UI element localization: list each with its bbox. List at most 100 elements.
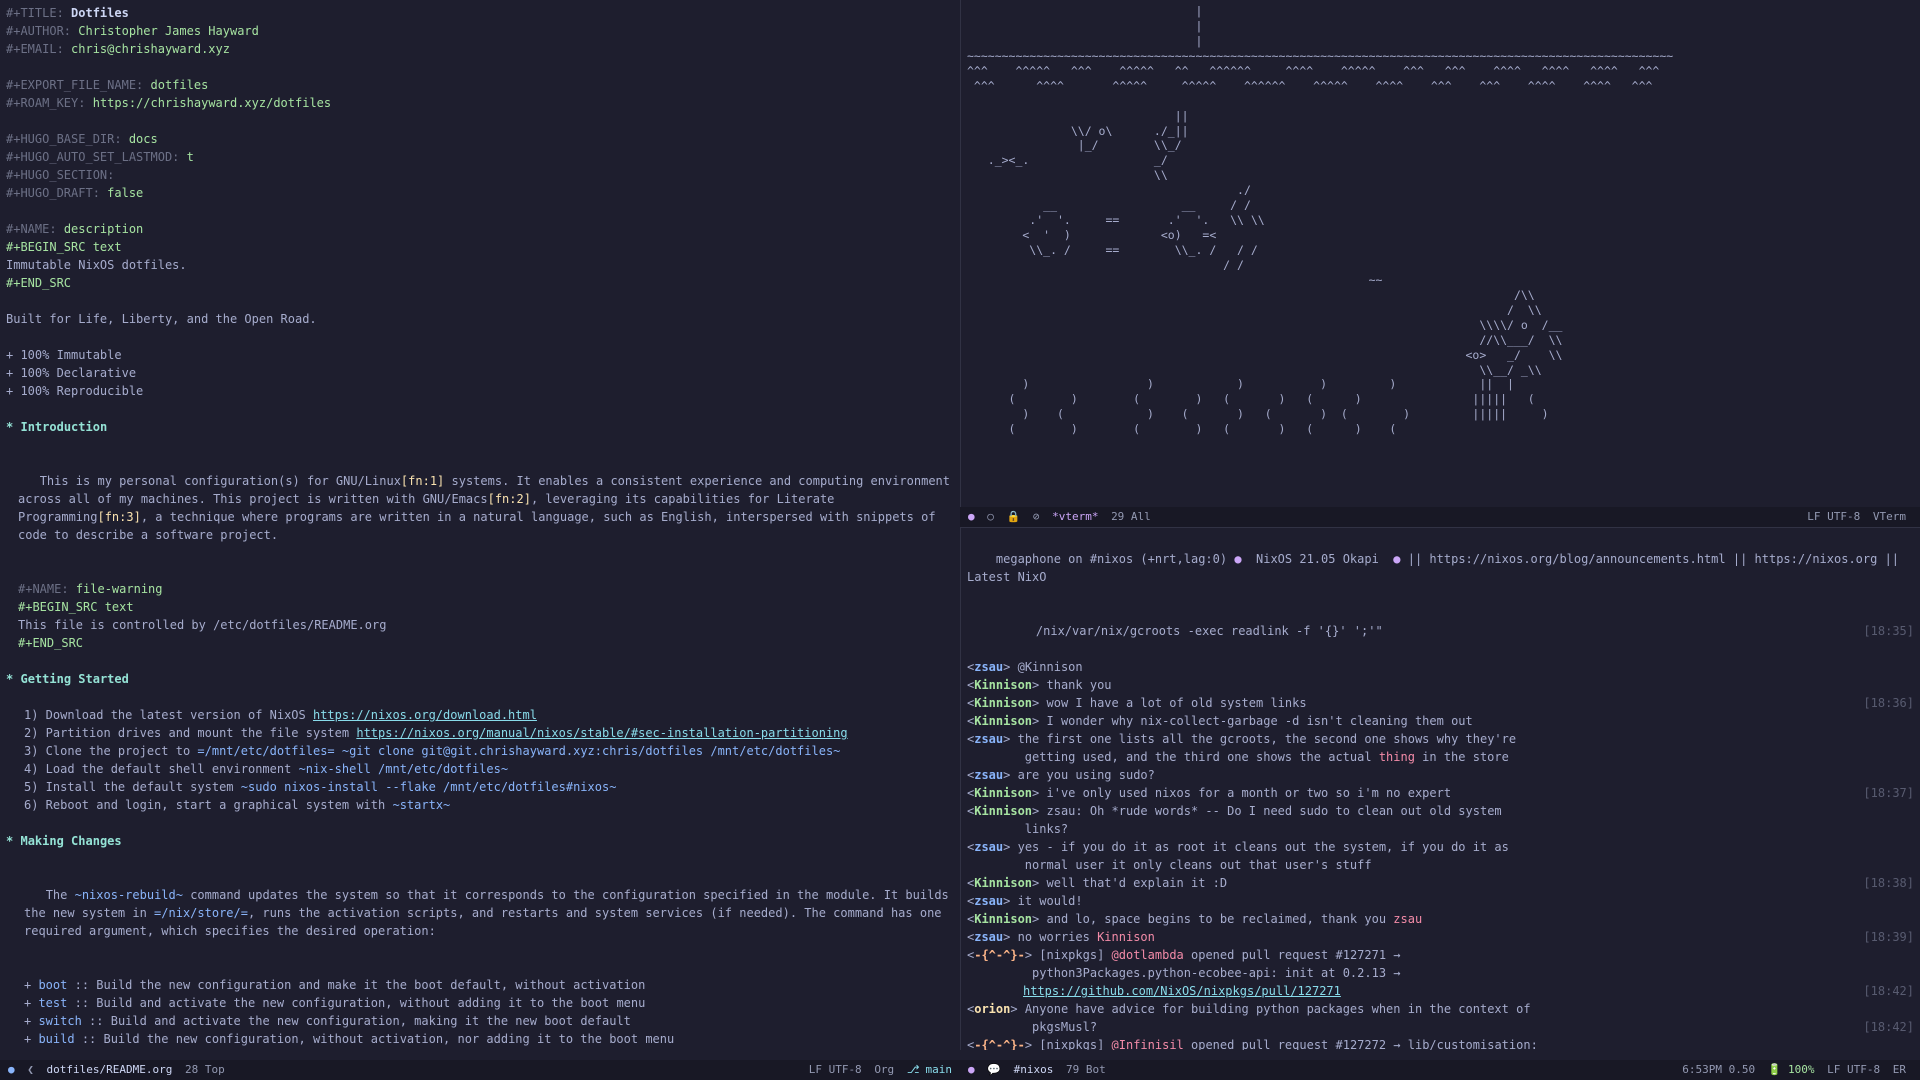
heading-introduction[interactable]: Introduction [20, 420, 107, 434]
bullet-declarative: + 100% Declarative [6, 364, 954, 382]
end-src-2: #+END_SRC [18, 636, 83, 650]
tagline: Built for Life, Liberty, and the Open Ro… [6, 310, 954, 328]
step-3: 3) Clone the project to =/mnt/etc/dotfil… [6, 742, 954, 760]
hugo-lastmod-value: t [187, 150, 194, 164]
title-value: Dotfiles [71, 6, 129, 20]
hugo-section-key: #+HUGO_SECTION: [6, 168, 114, 182]
chat-line: <Kinnison> I wonder why nix-collect-garb… [967, 712, 1914, 730]
footnote-3[interactable]: [fn:3] [97, 510, 140, 524]
buffer-position: 79 Bot [1066, 1062, 1106, 1079]
major-mode: Org [874, 1062, 894, 1079]
src-name-key: #+NAME: [6, 222, 57, 236]
chat-line: <Kinnison> i've only used nixos for a mo… [967, 784, 1914, 802]
encoding: LF UTF-8 [809, 1062, 862, 1079]
chat-line: <Kinnison> wow I have a lot of old syste… [967, 694, 1914, 712]
chat-line: https://github.com/NixOS/nixpkgs/pull/12… [967, 982, 1914, 1000]
bullet-immutable: + 100% Immutable [6, 346, 954, 364]
making-changes-paragraph: The ~nixos-rebuild~ command updates the … [6, 868, 954, 958]
git-branch[interactable]: main [926, 1063, 953, 1076]
chat-line: <Kinnison> and lo, space begins to be re… [967, 910, 1914, 928]
step-2: 2) Partition drives and mount the file s… [6, 724, 954, 742]
file-warning-text: This file is controlled by /etc/dotfiles… [6, 616, 954, 634]
chat-line: python3Packages.python-ecobee-api: init … [967, 964, 1914, 982]
chat-line: <zsau> no worries Kinnison[18:39] [967, 928, 1914, 946]
chevron-left-icon: ❮ [27, 1062, 34, 1079]
chat-icon: 💬 [987, 1062, 1001, 1079]
description-text: Immutable NixOS dotfiles. [6, 256, 954, 274]
email-value: chris@chrishayward.xyz [71, 42, 230, 56]
partitioning-link[interactable]: https://nixos.org/manual/nixos/stable/#s… [356, 726, 847, 740]
hugo-lastmod-key: #+HUGO_AUTO_SET_LASTMOD: [6, 150, 179, 164]
end-src: #+END_SRC [6, 276, 71, 290]
step-1: 1) Download the latest version of NixOS … [6, 706, 954, 724]
chat-line: <Kinnison> thank you [967, 676, 1914, 694]
channel-name[interactable]: #nixos [1014, 1062, 1054, 1079]
chat-line: <zsau> the first one lists all the gcroo… [967, 730, 1914, 748]
footnote-2[interactable]: [fn:2] [488, 492, 531, 506]
chat-line: <-{^-^}-> [nixpkgs] @Infinisil opened pu… [967, 1036, 1914, 1050]
major-mode: VTerm [1873, 509, 1906, 526]
op-item: + switch :: Build and activate the new c… [24, 1012, 954, 1030]
erc-buffer[interactable]: megaphone on #nixos (+nrt,lag:0) ● NixOS… [960, 527, 1920, 1050]
src-name-value: description [64, 222, 143, 236]
chat-line: <orion> Anyone have advice for building … [967, 1000, 1914, 1018]
buffer-name[interactable]: *vterm* [1052, 509, 1098, 526]
intro-paragraph: This is my personal configuration(s) for… [6, 454, 954, 562]
begin-src-text-2: #+BEGIN_SRC text [18, 600, 134, 614]
timestamp: [18:35] [1863, 622, 1914, 640]
vterm-buffer[interactable]: | | | ~~~~~~~~~~~~~~~~~~~~~~~~~~~~~~~~~~… [960, 0, 1920, 526]
ascii-art: | | | ~~~~~~~~~~~~~~~~~~~~~~~~~~~~~~~~~~… [967, 4, 1914, 437]
hugo-base-key: #+HUGO_BASE_DIR: [6, 132, 122, 146]
export-value: dotfiles [151, 78, 209, 92]
modeline-vterm[interactable]: ● ○ 🔒 ⊘ *vterm* 29 All LF UTF-8 VTerm [960, 507, 1920, 527]
heading-star-3: * [6, 834, 13, 848]
bullet-reproducible: + 100% Reproducible [6, 382, 954, 400]
org-buffer[interactable]: #+TITLE: Dotfiles #+AUTHOR: Christopher … [0, 0, 960, 1050]
clock: 6:53PM 0.50 [1682, 1062, 1755, 1079]
chat-line: <-{^-^}-> [nixpkgs] @dotlambda opened pu… [967, 946, 1914, 964]
chat-line: pkgsMusl?[18:42] [967, 1018, 1914, 1036]
branch-icon: ⎇ [907, 1062, 920, 1079]
hugo-draft-key: #+HUGO_DRAFT: [6, 186, 100, 200]
heading-getting-started[interactable]: Getting Started [20, 672, 128, 686]
op-item: + test :: Build and activate the new con… [24, 994, 954, 1012]
chat-line: getting used, and the third one shows th… [967, 748, 1914, 766]
modeline-org[interactable]: ● ❮ dotfiles/README.org 28 Top LF UTF-8 … [0, 1060, 960, 1080]
buffer-name[interactable]: dotfiles/README.org [47, 1062, 173, 1079]
op-item: + build :: Build the new configuration, … [24, 1030, 954, 1048]
step-5: 5) Install the default system ~sudo nixo… [6, 778, 954, 796]
chat-line: <zsau> @Kinnison [967, 658, 1914, 676]
chat-line: <zsau> yes - if you do it as root it cle… [967, 838, 1914, 856]
readonly-icon: ⊘ [1033, 509, 1040, 526]
title-key: #+TITLE: [6, 6, 64, 20]
email-key: #+EMAIL: [6, 42, 64, 56]
step-6: 6) Reboot and login, start a graphical s… [6, 796, 954, 814]
state-dot-icon: ● [8, 1062, 15, 1079]
chat-line: links? [967, 820, 1914, 838]
topic-separator-icon: ● [1234, 552, 1241, 566]
encoding: LF UTF-8 [1827, 1062, 1880, 1079]
hugo-draft-value: false [107, 186, 143, 200]
src-name-key-2: #+NAME: [18, 582, 69, 596]
src-name-value-2: file-warning [76, 582, 163, 596]
lock-icon: 🔒 [1007, 509, 1021, 526]
state-dot-icon: ● [968, 1062, 975, 1079]
author-key: #+AUTHOR: [6, 24, 71, 38]
circle-icon: ○ [987, 509, 994, 526]
chat-line: normal user it only cleans out that user… [967, 856, 1914, 874]
begin-src-text: #+BEGIN_SRC text [6, 240, 122, 254]
download-link[interactable]: https://nixos.org/download.html [313, 708, 537, 722]
heading-star-2: * [6, 672, 13, 686]
chat-line: <Kinnison> zsau: Oh *rude words* -- Do I… [967, 802, 1914, 820]
step-4: 4) Load the default shell environment ~n… [6, 760, 954, 778]
modeline-erc[interactable]: ● 💬 #nixos 79 Bot 6:53PM 0.50 🔋 100% LF … [960, 1060, 1920, 1080]
encoding: LF UTF-8 [1807, 509, 1860, 526]
footnote-1[interactable]: [fn:1] [401, 474, 444, 488]
heading-making-changes[interactable]: Making Changes [20, 834, 121, 848]
buffer-position: 28 Top [185, 1062, 225, 1079]
chat-line: <zsau> it would! [967, 892, 1914, 910]
buffer-position: 29 All [1111, 509, 1151, 526]
chat-line: <zsau> are you using sudo? [967, 766, 1914, 784]
export-key: #+EXPORT_FILE_NAME: [6, 78, 143, 92]
state-dot-icon: ● [968, 509, 975, 526]
